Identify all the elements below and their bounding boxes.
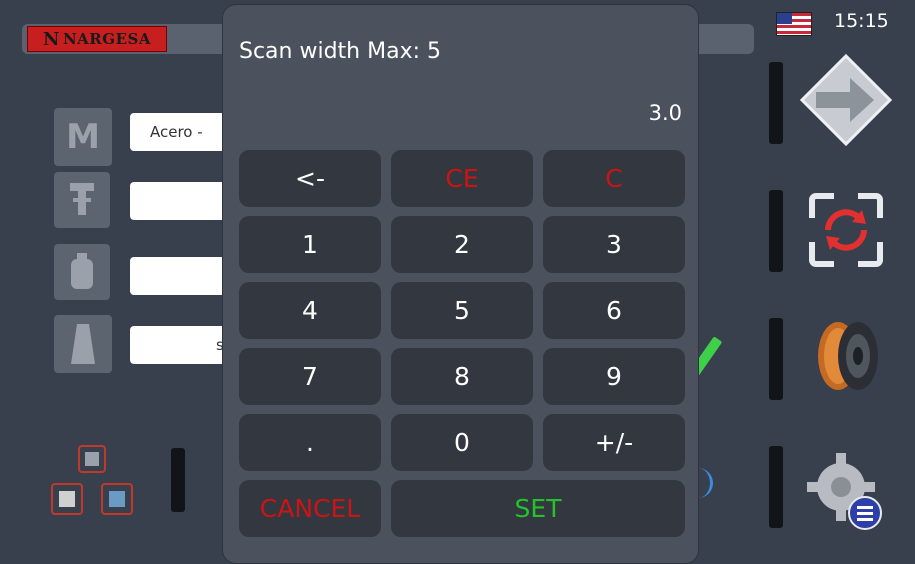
level-bar-1 [769, 62, 783, 144]
gas-bottle-icon[interactable] [54, 244, 110, 300]
key-3[interactable]: 3 [543, 216, 685, 273]
dialog-title: Scan width Max: 5 [239, 39, 441, 64]
us-flag-icon[interactable] [776, 12, 812, 36]
layout-selector-icon[interactable] [50, 444, 140, 524]
key-5[interactable]: 5 [391, 282, 533, 339]
next-arrow-icon [799, 53, 893, 147]
cancel-button[interactable]: CANCEL [239, 480, 381, 537]
backspace-key[interactable]: <- [239, 150, 381, 207]
key-6[interactable]: 6 [543, 282, 685, 339]
key-4[interactable]: 4 [239, 282, 381, 339]
level-bar-2 [769, 190, 783, 272]
key-2[interactable]: 2 [391, 216, 533, 273]
level-bar-3 [769, 318, 783, 400]
key-7[interactable]: 7 [239, 348, 381, 405]
logo-letter: N [43, 28, 60, 50]
refresh-scan-icon [809, 193, 883, 267]
clear-key[interactable]: C [543, 150, 685, 207]
key-0[interactable]: 0 [391, 414, 533, 471]
gauge-tool-icon[interactable] [54, 172, 110, 228]
key-9[interactable]: 9 [543, 348, 685, 405]
material-icon[interactable]: M [54, 108, 112, 166]
wire-spool-icon [818, 322, 878, 390]
left-level-bar [171, 448, 185, 512]
numeric-keypad-dialog: Scan width Max: 5 3.0 <- CE C 1 2 3 4 5 … [222, 4, 699, 564]
set-button[interactable]: SET [391, 480, 685, 537]
level-bar-4 [769, 446, 783, 528]
nozzle-icon[interactable] [54, 315, 112, 373]
clear-entry-key[interactable]: CE [391, 150, 533, 207]
wire-spool-button[interactable] [796, 306, 896, 406]
settings-button[interactable] [796, 440, 896, 540]
settings-list-icon [807, 453, 882, 530]
nargesa-logo: N NARGESA [27, 26, 167, 52]
sign-toggle-key[interactable]: +/- [543, 414, 685, 471]
key-8[interactable]: 8 [391, 348, 533, 405]
decimal-key[interactable]: . [239, 414, 381, 471]
key-1[interactable]: 1 [239, 216, 381, 273]
logo-text: NARGESA [62, 30, 151, 48]
clock: 15:15 [834, 10, 889, 32]
next-arrow-button[interactable] [796, 50, 896, 150]
refresh-scan-button[interactable] [796, 180, 896, 280]
keypad-display: 3.0 [648, 101, 682, 125]
